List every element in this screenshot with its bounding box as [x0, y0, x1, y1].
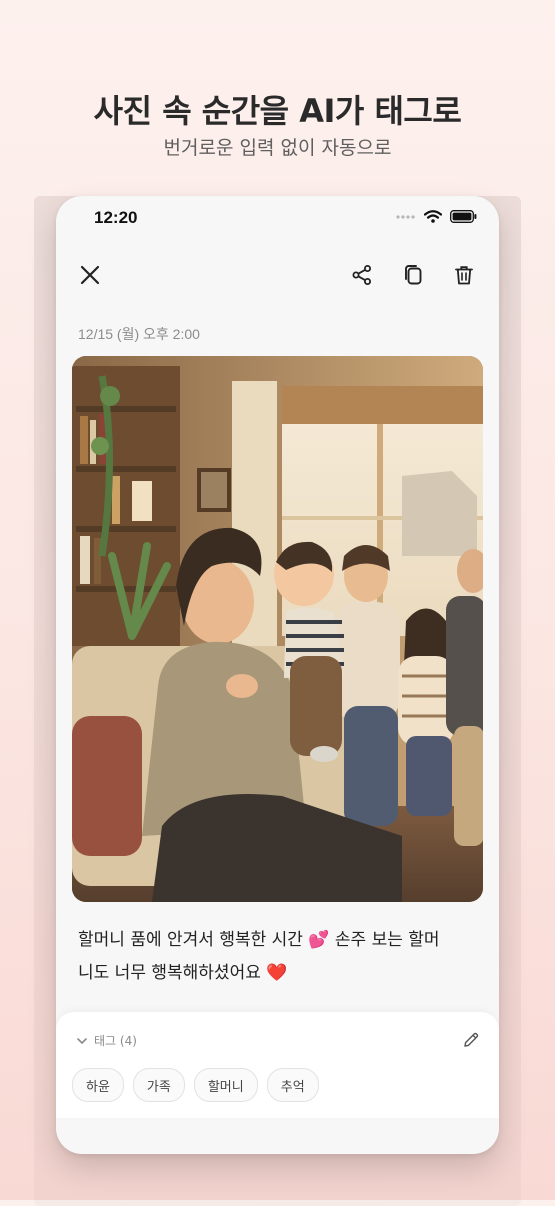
tag-chip[interactable]: 추억	[266, 1068, 319, 1102]
status-time: 12:20	[94, 208, 138, 227]
caption-line-2: 니도 너무 행복해하셨어요 ❤️	[78, 963, 288, 983]
copy-icon	[405, 265, 422, 285]
pencil-icon	[464, 1032, 479, 1047]
close-button[interactable]	[75, 260, 105, 290]
status-bar: 12:20	[56, 196, 499, 240]
edit-tags-button[interactable]	[459, 1028, 483, 1052]
signal-dots-icon	[396, 214, 415, 219]
status-icons	[396, 210, 477, 223]
caption-line-1: 할머니 품에 안겨서 행복한 시간 💕 손주 보는 할머	[78, 930, 440, 950]
share-button[interactable]	[347, 260, 377, 290]
promo-headline: 사진 속 순간을 AI가 태그로	[93, 92, 462, 130]
photo-date: 12/15 (월) 오후 2:00	[78, 326, 200, 342]
photo-illustration	[72, 356, 483, 902]
promo-subheadline: 번거로운 입력 없이 자동으로	[163, 137, 392, 159]
tags-toggle[interactable]: 태그 (4)	[76, 1032, 137, 1049]
delete-button[interactable]	[449, 260, 479, 290]
family-photo[interactable]	[72, 356, 483, 902]
tag-chips: 하윤 가족 할머니 추억	[72, 1068, 319, 1102]
trash-icon	[455, 266, 473, 285]
share-icon	[352, 265, 371, 285]
close-icon	[80, 265, 100, 285]
photo-toolbar	[56, 256, 499, 296]
tags-panel: 태그 (4) 하윤 가족 할머니 추억	[56, 1012, 499, 1118]
tags-header-label: 태그 (4)	[94, 1034, 137, 1048]
tag-chip[interactable]: 가족	[132, 1068, 185, 1102]
chevron-down-icon	[77, 1037, 87, 1044]
tag-chip[interactable]: 할머니	[193, 1068, 258, 1102]
tag-chip[interactable]: 하윤	[72, 1068, 124, 1102]
copy-button[interactable]	[398, 260, 428, 290]
battery-icon	[450, 210, 477, 223]
wifi-icon	[424, 210, 442, 223]
photo-caption: 할머니 품에 안겨서 행복한 시간 💕 손주 보는 할머 니도 너무 행복해하셨…	[78, 924, 478, 990]
phone-screen: 12:20 12/15 (월) 오후 2:00 할머니 품에 안겨서 행복한 시…	[56, 196, 499, 1154]
